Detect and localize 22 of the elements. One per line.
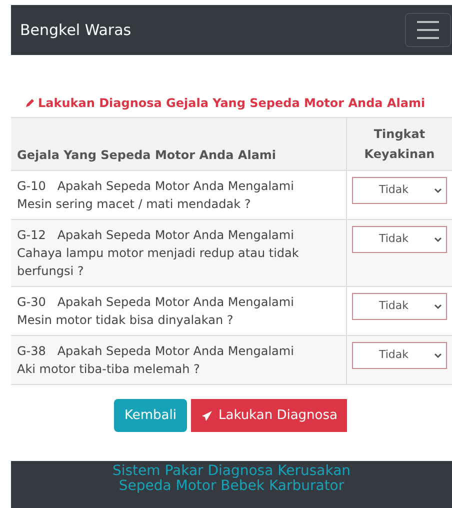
select-field[interactable]: Tidak — [352, 177, 447, 204]
diagnose-button[interactable]: Lakukan Diagnosa — [191, 399, 348, 432]
column-header: Tingkat Keyakinan — [346, 118, 452, 170]
brand-name[interactable]: Bengkel Waras — [20, 18, 132, 42]
chevron-down-icon — [434, 188, 442, 194]
footer-text: Sistem Pakar Diagnosa Kerusakan — [112, 464, 351, 479]
pencil-icon — [25, 98, 35, 108]
footer-text: Sepeda Motor Bebek Karburator — [118, 479, 344, 494]
chevron-down-icon — [434, 352, 442, 358]
select-field[interactable]: Tidak — [352, 342, 447, 369]
chevron-down-icon — [434, 304, 442, 310]
select-field[interactable]: Tidak — [352, 226, 447, 253]
paper-plane-icon — [201, 410, 214, 422]
symptom-text: G-30 Apakah Sepeda Motor Anda Mengalami Mesin motor tidak bisa dinyalakan ? — [17, 295, 294, 327]
symptom-text: G-38 Apakah Sepeda Motor Anda Mengalami Aki motor tiba-tiba melemah ? — [17, 344, 294, 376]
select-field[interactable]: Tidak — [352, 293, 447, 320]
chevron-down-icon — [434, 236, 442, 242]
column-header: Gejala Yang Sepeda Motor Anda Alami — [11, 118, 346, 170]
symptom-text: G-10 Apakah Sepeda Motor Anda Mengalami Mesin sering macet / mati mendadak ? — [17, 179, 294, 211]
symptom-text: G-12 Apakah Sepeda Motor Anda Mengalami Cahaya lampu motor menjadi redup atau tidak berfungsi ? — [17, 228, 299, 278]
menu-icon[interactable] — [405, 13, 451, 47]
page-heading: Lakukan Diagnosa Gejala Yang Sepeda Motor Anda Alami — [38, 95, 426, 112]
